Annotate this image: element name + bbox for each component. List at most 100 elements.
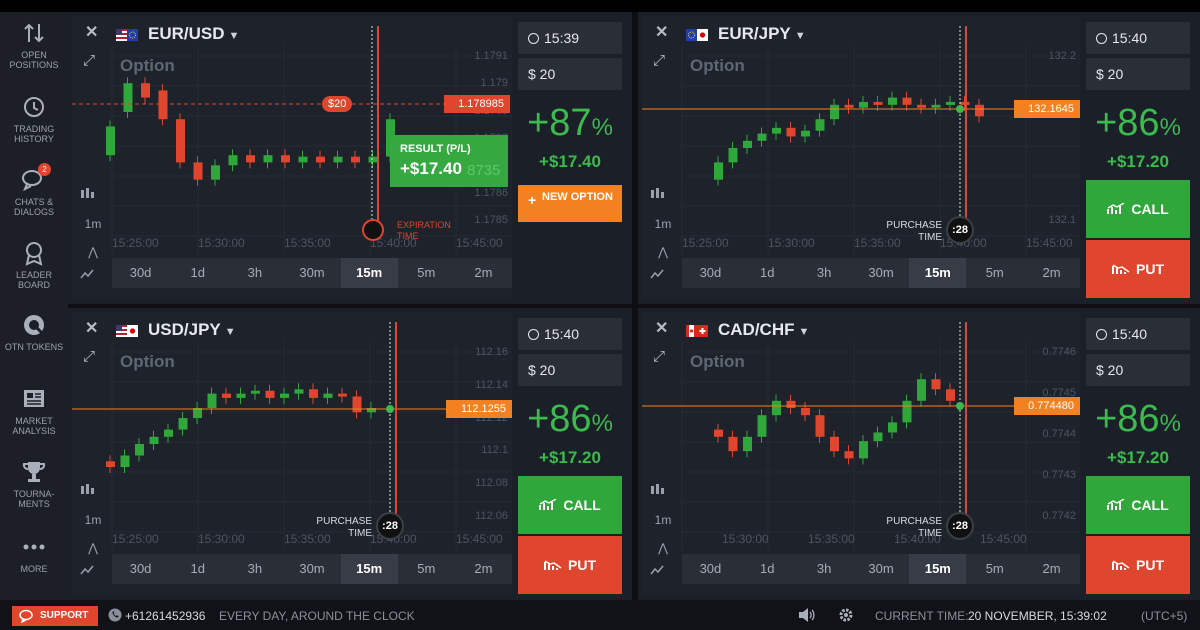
price-chart[interactable]: ✕⤢ EUR/USD▼Option1.17911.1791.17891.1788… (72, 16, 512, 300)
timezone: (UTC+5) (1141, 609, 1188, 623)
timeframe-30m[interactable]: 30m (283, 258, 340, 288)
asset-selector[interactable]: EUR/USD ▼ (116, 24, 239, 44)
candle-body (368, 156, 378, 163)
candle-body (772, 400, 781, 416)
indicators-icon[interactable] (650, 564, 676, 588)
candle-body (728, 436, 738, 452)
close-panel-icon[interactable]: ✕ (85, 22, 98, 42)
timeframe-5m[interactable]: 5m (966, 258, 1023, 288)
expiry-time-box[interactable]: 15:39 (518, 22, 622, 54)
drawing-tool-icon[interactable]: ⋀ (650, 536, 676, 560)
asset-selector[interactable]: USD/JPY ▼ (116, 320, 236, 340)
timeframe-2m[interactable]: 2m (455, 554, 512, 584)
sidebar-item-leader-board[interactable]: LEADER BOARD (0, 240, 68, 290)
candle-body (888, 97, 897, 105)
timeframe-30d[interactable]: 30d (112, 258, 169, 288)
expiry-time-box[interactable]: 15:40 (518, 318, 622, 350)
timeframe-3h[interactable]: 3h (226, 554, 283, 584)
timeframe-30d[interactable]: 30d (682, 258, 739, 288)
current-price-tag: 132.1645 (1014, 100, 1080, 118)
purchase-countdown: :28 (376, 512, 404, 540)
timeframe-2m[interactable]: 2m (1023, 258, 1080, 288)
expand-panel-icon[interactable]: ⤢ (653, 52, 665, 69)
candle-body (265, 390, 275, 398)
timeframe-3h[interactable]: 3h (226, 258, 283, 288)
timeframe-30m[interactable]: 30m (853, 258, 910, 288)
support-button[interactable]: SUPPORT (12, 606, 98, 626)
put-button[interactable]: PUT (518, 536, 622, 594)
put-button[interactable]: PUT (1086, 240, 1190, 298)
expiry-time-box[interactable]: 15:40 (1086, 318, 1190, 350)
timeframe-5m[interactable]: 5m (966, 554, 1023, 584)
timeframe-30m[interactable]: 30m (283, 554, 340, 584)
drawing-tool-icon[interactable]: ⋀ (650, 240, 676, 264)
investment-amount-field[interactable]: $ 20 (1086, 58, 1190, 90)
timeframe-1d[interactable]: 1d (169, 258, 226, 288)
drawing-tool-icon[interactable]: ⋀ (80, 240, 106, 264)
sidebar-item-open-positions[interactable]: OPEN POSITIONS (0, 20, 68, 70)
call-button[interactable]: CALL (518, 476, 622, 534)
close-panel-icon[interactable]: ✕ (655, 22, 668, 42)
support-phone[interactable]: +61261452936 (125, 609, 205, 623)
sidebar-item-tournaments[interactable]: TOURNA-MENTS (0, 459, 68, 509)
indicators-icon[interactable] (80, 268, 106, 292)
indicators-icon[interactable] (80, 564, 106, 588)
call-button[interactable]: CALL (1086, 180, 1190, 238)
expand-panel-icon[interactable]: ⤢ (83, 348, 95, 365)
candle-interval-button[interactable]: 1m (650, 212, 676, 236)
timeframe-30d[interactable]: 30d (682, 554, 739, 584)
candle-body (333, 156, 343, 163)
timeframe-1d[interactable]: 1d (169, 554, 226, 584)
timeframe-2m[interactable]: 2m (1023, 554, 1080, 584)
expiry-time: 15:40 (1112, 30, 1148, 46)
sidebar-item-otn-tokens[interactable]: OTN TOKENS (0, 312, 68, 352)
timeframe-5m[interactable]: 5m (398, 258, 455, 288)
close-panel-icon[interactable]: ✕ (85, 318, 98, 338)
expand-panel-icon[interactable]: ⤢ (83, 52, 95, 69)
new-option-button[interactable]: + NEW OPTION (518, 185, 622, 222)
close-panel-icon[interactable]: ✕ (655, 318, 668, 338)
candles-icon[interactable] (80, 186, 106, 210)
timeframe-2m[interactable]: 2m (455, 258, 512, 288)
timeframe-5m[interactable]: 5m (398, 554, 455, 584)
timeframe-15m[interactable]: 15m (340, 258, 398, 288)
price-scale-label: 1.1786 (474, 186, 508, 199)
indicators-icon[interactable] (650, 268, 676, 292)
timeframe-1d[interactable]: 1d (739, 258, 796, 288)
expand-panel-icon[interactable]: ⤢ (653, 348, 665, 365)
speaker-icon[interactable] (797, 607, 815, 623)
candles-icon[interactable] (80, 482, 106, 506)
put-button[interactable]: PUT (1086, 536, 1190, 594)
expiry-time-box[interactable]: 15:40 (1086, 22, 1190, 54)
sidebar-item-trading-history[interactable]: TRADING HISTORY (0, 94, 68, 144)
investment-amount-field[interactable]: $ 20 (518, 58, 622, 90)
drawing-tool-icon[interactable]: ⋀ (80, 536, 106, 560)
put-chart-icon (1112, 261, 1136, 277)
candle-interval-button[interactable]: 1m (650, 508, 676, 532)
timeframe-15m[interactable]: 15m (909, 258, 967, 288)
asset-selector[interactable]: EUR/JPY ▼ (686, 24, 806, 44)
timeframe-15m[interactable]: 15m (909, 554, 967, 584)
timeframe-30d[interactable]: 30d (112, 554, 169, 584)
price-chart[interactable]: ✕ ⤢ EUR/JPY ▼ Option 132.2 132.1 132.1645 1m ⋀ 15… (642, 16, 1080, 300)
candles-icon[interactable] (650, 186, 676, 210)
sidebar-item-more[interactable]: MORE (0, 534, 68, 574)
investment-amount-field[interactable]: $ 20 (518, 354, 622, 386)
sidebar-item-market-analysis[interactable]: MARKET ANALYSIS (0, 386, 68, 436)
sidebar-item-chats[interactable]: 2 CHATS & DIALOGS (0, 163, 68, 217)
asset-selector[interactable]: CAD/CHF ▼ (686, 320, 809, 340)
gear-icon[interactable] (838, 607, 854, 623)
call-button[interactable]: CALL (1086, 476, 1190, 534)
timeframe-30m[interactable]: 30m (853, 554, 910, 584)
purchase-time-label: PURCHASE TIME (886, 220, 942, 243)
price-chart[interactable]: ✕⤢ USD/JPY▼Option112.16112.14112.12112.1… (72, 312, 512, 596)
investment-amount-field[interactable]: $ 20 (1086, 354, 1190, 386)
candles-icon[interactable] (650, 482, 676, 506)
timeframe-1d[interactable]: 1d (739, 554, 796, 584)
timeframe-15m[interactable]: 15m (340, 554, 398, 584)
timeframe-3h[interactable]: 3h (796, 554, 853, 584)
candle-interval-button[interactable]: 1m (80, 508, 106, 532)
price-chart[interactable]: ✕ ⤢ CAD/CHF ▼ Option 0.7746 0.7745 0.7744 0.774… (642, 312, 1080, 596)
timeframe-3h[interactable]: 3h (796, 258, 853, 288)
candle-interval-button[interactable]: 1m (80, 212, 106, 236)
